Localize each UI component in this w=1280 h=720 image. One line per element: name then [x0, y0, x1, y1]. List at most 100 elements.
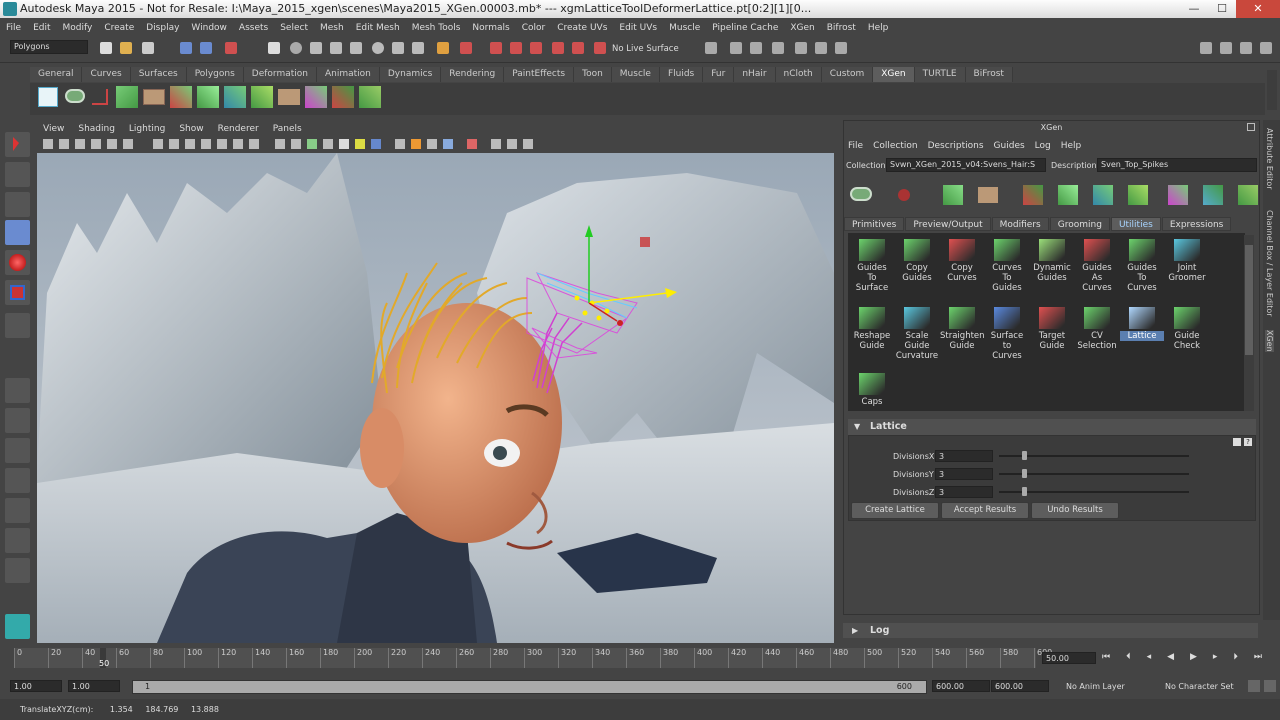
input-ops-icon[interactable] — [705, 42, 717, 54]
menu-edit-mesh[interactable]: Edit Mesh — [356, 23, 400, 33]
xgen-sculpt-icon[interactable] — [143, 89, 165, 105]
step-back-key-icon[interactable]: ⏴ — [1126, 652, 1131, 666]
menu-display[interactable]: Display — [146, 23, 179, 33]
panel-layout-icon-3[interactable] — [1240, 42, 1252, 54]
new-scene-icon[interactable] — [100, 42, 112, 54]
divisions-x-field[interactable]: 3 — [935, 450, 993, 462]
shelf-tab-nhair[interactable]: nHair — [734, 67, 776, 82]
menu-muscle[interactable]: Muscle — [669, 23, 700, 33]
guide-length-icon[interactable] — [1238, 185, 1258, 205]
xgen-guide-curves-icon[interactable] — [251, 86, 273, 108]
panel-layout-icon-2[interactable] — [1220, 42, 1232, 54]
ipr-render-icon[interactable] — [795, 42, 807, 54]
open-scene-icon[interactable] — [120, 42, 132, 54]
shelf-tab-fluids[interactable]: Fluids — [659, 67, 704, 82]
play-backward-icon[interactable]: ◀ — [1167, 652, 1174, 666]
groom-tool-icon[interactable] — [978, 187, 998, 203]
xgen-tab-preview-output[interactable]: Preview/Output — [905, 217, 991, 231]
xgen-tab-primitives[interactable]: Primitives — [844, 217, 905, 231]
shelf-tab-surfaces[interactable]: Surfaces — [130, 67, 187, 82]
scale-tool-icon[interactable] — [5, 280, 30, 305]
section-help-icon[interactable]: ? — [1244, 438, 1252, 446]
minimize-button[interactable]: — — [1180, 0, 1208, 18]
help-icon[interactable] — [412, 42, 424, 54]
xgen-toggle-guides-icon[interactable] — [224, 86, 246, 108]
lock-icon[interactable] — [437, 42, 449, 54]
menu-mesh-tools[interactable]: Mesh Tools — [412, 23, 461, 33]
select-object-icon[interactable] — [200, 42, 212, 54]
viewport-menu-shading[interactable]: Shading — [78, 124, 115, 134]
xgen-float-icon[interactable] — [1247, 123, 1255, 131]
collection-dropdown[interactable]: Svwn_XGen_2015_v04:Svens_Hair:S — [886, 158, 1046, 172]
last-tool-icon[interactable] — [5, 313, 30, 338]
menu-bifrost[interactable]: Bifrost — [827, 23, 856, 33]
shelf-tab-muscle[interactable]: Muscle — [611, 67, 660, 82]
shelf-tab-curves[interactable]: Curves — [82, 67, 131, 82]
remove-guides-icon[interactable] — [1023, 185, 1043, 205]
animation-end-field[interactable]: 600.00 — [991, 680, 1049, 692]
animation-start-field[interactable]: 1.00 — [10, 680, 62, 692]
shelf-tab-xgen[interactable]: XGen — [873, 67, 915, 82]
go-to-start-icon[interactable]: ⏮ — [1102, 652, 1110, 666]
shelf-tab-polygons[interactable]: Polygons — [186, 67, 244, 82]
divisions-y-slider[interactable] — [999, 473, 1189, 475]
magnet-icon[interactable] — [490, 42, 502, 54]
move-guides-icon[interactable] — [1093, 185, 1113, 205]
menu-set-dropdown[interactable]: Polygons — [10, 40, 88, 54]
xgen-menu-collection[interactable]: Collection — [873, 141, 918, 151]
utilities-scrollbar[interactable] — [1244, 235, 1254, 411]
shelf-tab-ncloth[interactable]: nCloth — [775, 67, 822, 82]
attribute-editor-tab[interactable]: Attribute Editor — [1265, 128, 1274, 190]
xgen-window-icon[interactable] — [38, 87, 58, 107]
xgen-groom-icon[interactable] — [359, 86, 381, 108]
menu-window[interactable]: Window — [191, 23, 227, 33]
channel-box-tab[interactable]: Channel Box / Layer Editor — [1265, 210, 1274, 317]
render-icon[interactable] — [460, 42, 472, 54]
guide-curves-icon[interactable] — [1128, 185, 1148, 205]
xgen-comb-icon[interactable] — [278, 89, 300, 105]
xgen-select-guides-icon[interactable] — [197, 86, 219, 108]
move-tool-icon[interactable] — [5, 220, 30, 245]
xgen-density-icon[interactable] — [332, 86, 354, 108]
render-view-icon[interactable] — [730, 42, 742, 54]
menu-create[interactable]: Create — [104, 23, 134, 33]
xgen-tab-modifiers[interactable]: Modifiers — [991, 217, 1049, 231]
xgen-menu-descriptions[interactable]: Descriptions — [928, 141, 984, 151]
utility-dynamic-guides[interactable]: Dynamic Guides — [1030, 239, 1074, 283]
step-forward-frame-icon[interactable]: ▸ — [1213, 652, 1218, 666]
snap-grid-icon[interactable] — [268, 42, 280, 54]
character-set-dropdown[interactable]: No Character Set — [1165, 682, 1234, 691]
render-settings-icon[interactable] — [750, 42, 762, 54]
undo-results-button[interactable]: Undo Results — [1031, 502, 1119, 519]
shelf-tab-custom[interactable]: Custom — [821, 67, 874, 82]
playback-start-field[interactable]: 1.00 — [68, 680, 120, 692]
create-lattice-button[interactable]: Create Lattice — [851, 502, 939, 519]
save-scene-icon[interactable] — [142, 42, 154, 54]
viewport-menu-lighting[interactable]: Lighting — [129, 124, 165, 134]
menu-help[interactable]: Help — [868, 23, 889, 33]
magnet-live-icon[interactable] — [594, 42, 606, 54]
snap-curve-icon[interactable] — [290, 42, 302, 54]
shelf-tab-toon[interactable]: Toon — [574, 67, 612, 82]
shelf-tab-fur[interactable]: Fur — [703, 67, 735, 82]
snap-point-icon[interactable] — [310, 42, 322, 54]
log-section-header[interactable]: ▶ Log — [843, 623, 1258, 638]
menu-select[interactable]: Select — [280, 23, 308, 33]
xgen-add-guide-icon[interactable] — [116, 86, 138, 108]
viewport-menu-renderer[interactable]: Renderer — [218, 124, 259, 134]
utility-guide-check[interactable]: Guide Check — [1165, 307, 1209, 351]
render-pass-icon[interactable] — [835, 42, 847, 54]
utility-guides-to-curves[interactable]: Guides To Curves — [1120, 239, 1164, 293]
auto-key-icon[interactable] — [1264, 680, 1276, 692]
step-back-frame-icon[interactable]: ◂ — [1147, 652, 1152, 666]
history-icon[interactable] — [372, 42, 384, 54]
snap-surface-icon[interactable] — [350, 42, 362, 54]
select-hierarchy-icon[interactable] — [180, 42, 192, 54]
viewport-menu-view[interactable]: View — [43, 124, 64, 134]
select-guides-icon[interactable] — [1058, 185, 1078, 205]
utility-cv-selection[interactable]: CV Selection — [1075, 307, 1119, 351]
maximize-button[interactable]: ☐ — [1208, 0, 1236, 18]
sculpt-guides-icon[interactable] — [1168, 185, 1188, 205]
select-component-icon[interactable] — [225, 42, 237, 54]
menu-edit[interactable]: Edit — [33, 23, 50, 33]
